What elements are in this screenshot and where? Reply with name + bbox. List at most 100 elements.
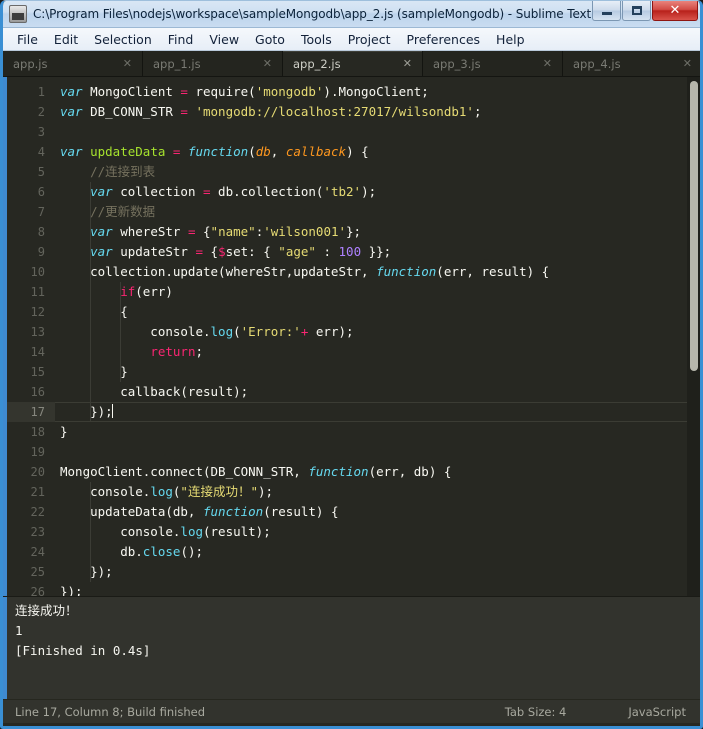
code-line: }	[60, 424, 68, 439]
code-line: {	[60, 304, 128, 319]
code-line-current: });	[55, 402, 700, 422]
menu-item-selection[interactable]: Selection	[86, 30, 160, 49]
maximize-button[interactable]	[622, 1, 651, 21]
code-line: collection.update(whereStr,updateStr, fu…	[60, 264, 550, 279]
line-number: 19	[30, 445, 45, 459]
line-number: 2	[37, 105, 45, 119]
output-body: 连接成功！ 1 [Finished in 0.4s]	[7, 597, 700, 699]
output-line: [Finished in 0.4s]	[15, 643, 151, 658]
code-line: //连接到表	[90, 164, 156, 179]
code-line: var updateData = function(db, callback) …	[60, 144, 369, 159]
close-icon[interactable]: ✕	[401, 58, 414, 69]
status-syntax[interactable]: JavaScript	[628, 705, 686, 719]
status-message: Line 17, Column 8; Build finished	[15, 704, 206, 719]
code-line: db.close();	[60, 544, 204, 559]
code-line: MongoClient.connect(DB_CONN_STR, functio…	[60, 464, 452, 479]
code-line: }	[60, 364, 128, 379]
line-number: 20	[30, 465, 45, 479]
line-number: 16	[30, 385, 45, 399]
menu-item-help[interactable]: Help	[488, 30, 533, 49]
build-output-panel[interactable]: 连接成功！ 1 [Finished in 0.4s]	[3, 596, 700, 699]
line-number: 12	[30, 305, 45, 319]
tab-label: app_4.js	[573, 56, 621, 71]
tab-app-2-js[interactable]: app_2.js ✕	[283, 51, 423, 76]
line-number: 18	[30, 425, 45, 439]
line-number: 25	[30, 565, 45, 579]
tab-label: app_2.js	[293, 56, 341, 71]
menu-item-goto[interactable]: Goto	[247, 30, 293, 49]
line-number: 9	[37, 245, 45, 259]
code-line: var collection = db.collection('tb2');	[90, 184, 377, 199]
tab-bar: app.js ✕ app_1.js ✕ app_2.js ✕ app_3.js …	[3, 51, 700, 77]
code-line: updateData(db, function(result) {	[60, 504, 339, 519]
line-number: 23	[30, 525, 45, 539]
line-number: 13	[30, 325, 45, 339]
line-number-gutter: 1 2 3 4 5 6 7 8 9 10 11 12 13 14 15 16 1…	[7, 77, 55, 596]
code-line: });	[60, 584, 83, 596]
line-number-current: 17	[7, 402, 55, 422]
line-number: 6	[37, 185, 45, 199]
code-line: var MongoClient = require('mongodb').Mon…	[60, 84, 429, 99]
line-number: 21	[30, 485, 45, 499]
close-icon: ✕	[669, 3, 681, 18]
line-number: 5	[37, 165, 45, 179]
code-line: var DB_CONN_STR = 'mongodb://localhost:2…	[60, 104, 482, 119]
code-line: console.log(result);	[60, 524, 271, 539]
minimize-button[interactable]	[592, 1, 621, 21]
code-line: console.log("连接成功！");	[60, 484, 274, 499]
code-line: var whereStr = {"name":'wilson001'};	[90, 224, 362, 239]
tab-label: app_1.js	[153, 56, 201, 71]
code-line: var updateStr = {$set: { "age" : 100 }};	[90, 244, 392, 259]
code-editor[interactable]: 1 2 3 4 5 6 7 8 9 10 11 12 13 14 15 16 1…	[3, 77, 700, 596]
line-number: 3	[37, 125, 45, 139]
menu-item-find[interactable]: Find	[160, 30, 202, 49]
line-number: 24	[30, 545, 45, 559]
status-tab-size[interactable]: Tab Size: 4	[505, 705, 567, 719]
output-line: 1	[15, 623, 23, 638]
line-number: 22	[30, 505, 45, 519]
window-title: C:\Program Files\nodejs\workspace\sample…	[33, 7, 603, 21]
close-icon[interactable]: ✕	[681, 58, 694, 69]
code-line: console.log('Error:'+ err);	[60, 324, 354, 339]
line-number: 14	[30, 345, 45, 359]
close-button[interactable]: ✕	[652, 1, 698, 21]
tab-app-4-js[interactable]: app_4.js ✕	[563, 51, 700, 76]
tab-app-3-js[interactable]: app_3.js ✕	[423, 51, 563, 76]
code-line: });	[60, 564, 113, 579]
tab-app-js[interactable]: app.js ✕	[3, 51, 143, 76]
title-bar: C:\Program Files\nodejs\workspace\sample…	[3, 1, 700, 28]
scrollbar-thumb[interactable]	[690, 81, 698, 371]
sublime-text-icon	[9, 5, 27, 23]
code-text-area[interactable]: var MongoClient = require('mongodb').Mon…	[55, 77, 700, 596]
menu-item-view[interactable]: View	[201, 30, 247, 49]
line-number: 4	[37, 145, 45, 159]
line-number: 7	[37, 205, 45, 219]
code-line: //更新数据	[90, 204, 156, 219]
tab-label: app.js	[13, 56, 48, 71]
line-number: 1	[37, 85, 45, 99]
close-icon[interactable]: ✕	[261, 58, 274, 69]
menu-bar: File Edit Selection Find View Goto Tools…	[3, 28, 700, 51]
close-icon[interactable]: ✕	[541, 58, 554, 69]
text-caret	[111, 404, 113, 418]
menu-item-project[interactable]: Project	[340, 30, 399, 49]
editor-vertical-scrollbar[interactable]	[687, 77, 700, 596]
sublime-text-window: C:\Program Files\nodejs\workspace\sample…	[0, 0, 703, 729]
minimize-icon	[601, 12, 612, 15]
output-line: 连接成功！	[15, 603, 78, 618]
menu-item-file[interactable]: File	[9, 30, 46, 49]
tab-app-1-js[interactable]: app_1.js ✕	[143, 51, 283, 76]
close-icon[interactable]: ✕	[121, 58, 134, 69]
tab-label: app_3.js	[433, 56, 481, 71]
menu-item-edit[interactable]: Edit	[46, 30, 86, 49]
menu-item-preferences[interactable]: Preferences	[399, 30, 489, 49]
code-line: callback(result);	[60, 384, 249, 399]
status-bar-right: Tab Size: 4 JavaScript	[443, 705, 700, 719]
menu-item-tools[interactable]: Tools	[293, 30, 340, 49]
line-number: 10	[30, 265, 45, 279]
code-line: if(err)	[120, 284, 173, 299]
line-number: 11	[30, 285, 45, 299]
line-number: 8	[37, 225, 45, 239]
status-bar: Line 17, Column 8; Build finished Tab Si…	[3, 699, 700, 723]
